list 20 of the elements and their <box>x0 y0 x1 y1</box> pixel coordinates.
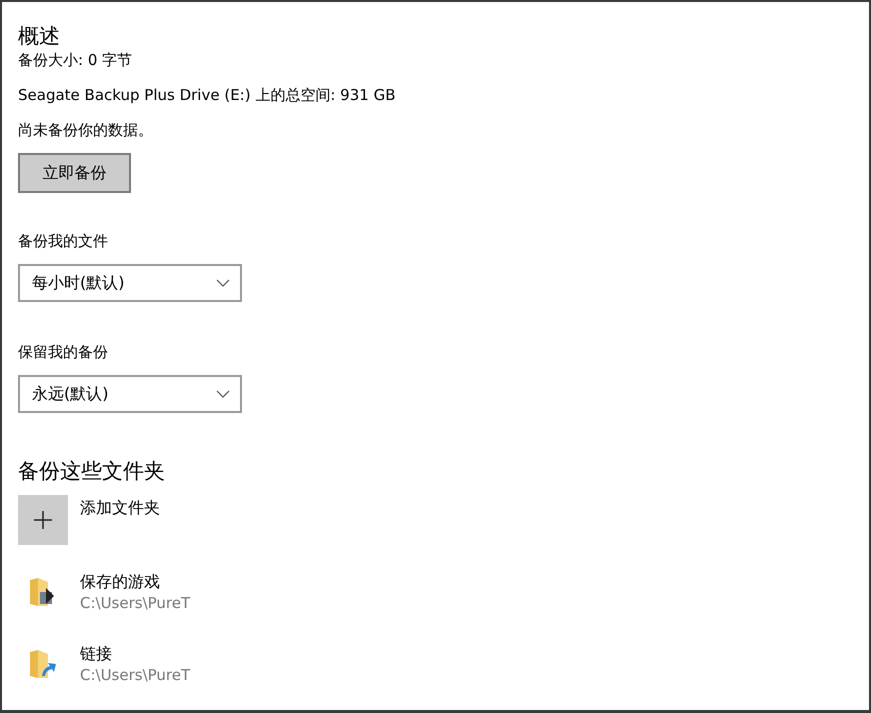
folder-name: 保存的游戏 <box>80 571 160 593</box>
chevron-down-icon <box>216 390 230 398</box>
dropdown[interactable]: 每小时(默认) <box>18 264 242 302</box>
add-folder-label: 添加文件夹 <box>80 497 160 519</box>
folder-name: 链接 <box>80 643 112 665</box>
dropdown[interactable]: 永远(默认) <box>18 375 242 413</box>
chevron-down-icon <box>216 279 230 287</box>
folder-path: C:\Users\PureT <box>80 593 190 613</box>
info-text: 备份大小: 0 字节 <box>18 50 132 70</box>
info-text: Seagate Backup Plus Drive (E:) 上的总空间: 931 GB <box>18 85 396 105</box>
backup-now-button[interactable]: 立即备份 <box>18 153 131 193</box>
section-title: 备份这些文件夹 <box>18 458 165 485</box>
shortcut-folder-icon <box>28 648 58 680</box>
section-title: 概述 <box>18 23 60 50</box>
info-text: 尚未备份你的数据。 <box>18 120 153 140</box>
plus-icon <box>34 511 52 529</box>
setting-label: 备份我的文件 <box>18 231 108 251</box>
add-folder-button[interactable] <box>18 495 68 545</box>
setting-label: 保留我的备份 <box>18 342 108 362</box>
folder-path: C:\Users\PureT <box>80 665 190 685</box>
